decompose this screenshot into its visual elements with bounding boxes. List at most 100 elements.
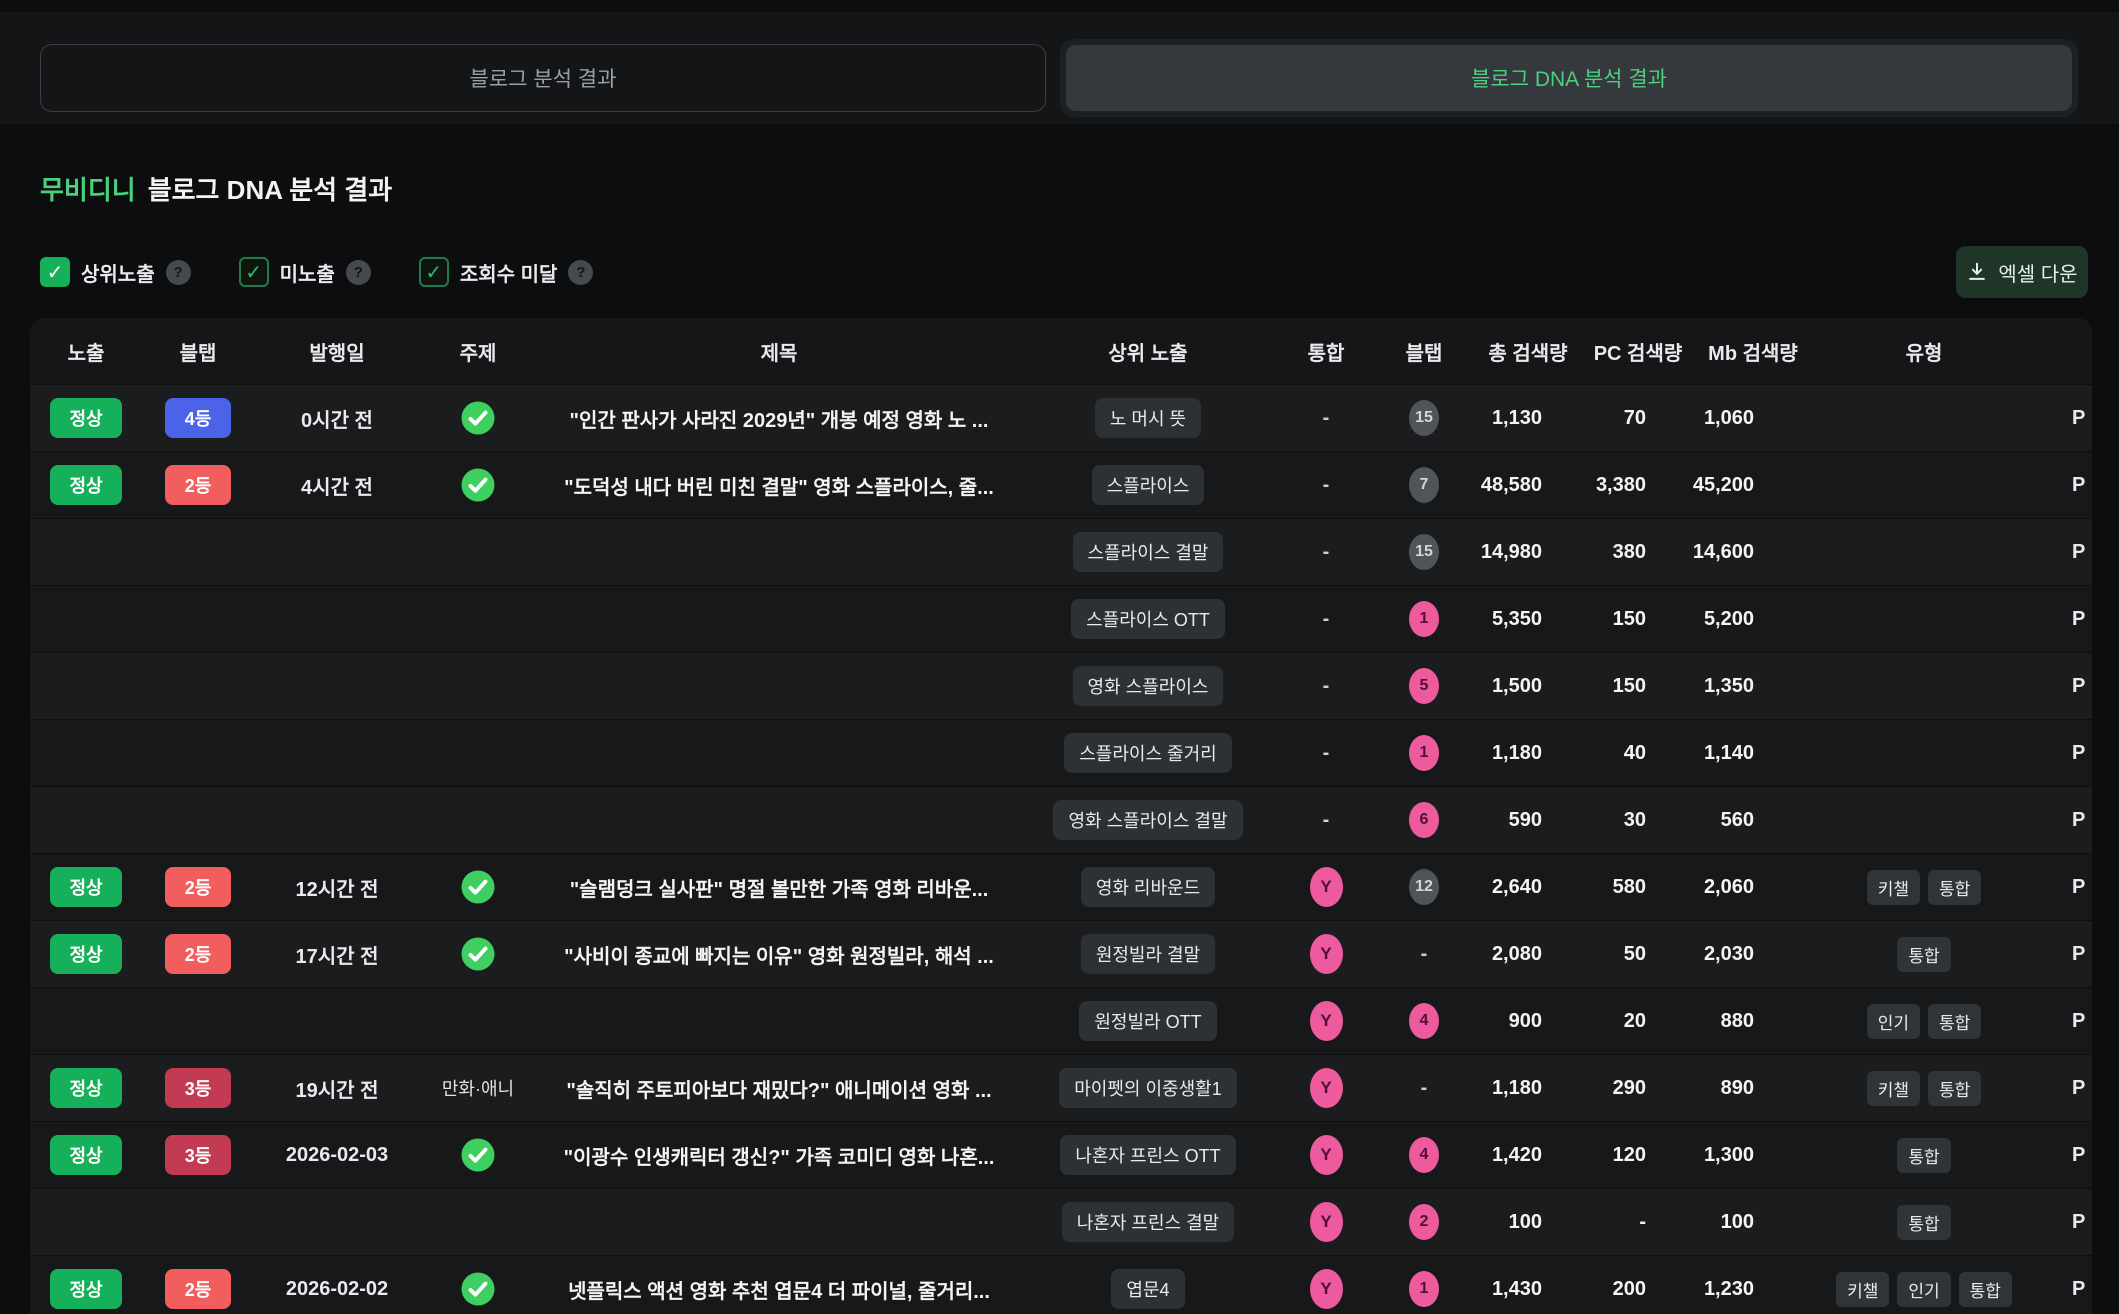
exposure-cell: 정상 [30,465,142,505]
total-search-volume: 1,180 [1470,742,1586,765]
tab-blog-dna-analysis-wrap: 블로그 DNA 분석 결과 [1060,39,2078,117]
keyword-tag[interactable]: 나혼자 프린스 결말 [1062,1202,1234,1242]
unified-dash: - [1323,675,1330,698]
topic-cell [420,936,536,972]
total-search-volume: 1,430 [1470,1278,1586,1301]
keyword-tag[interactable]: 원정빌라 결말 [1081,934,1215,974]
keyword-tag[interactable]: 영화 스플라이스 결말 [1053,800,1242,840]
unified-cell: - [1274,742,1378,765]
table-row: 정상2등4시간 전"도덕성 내다 버린 미친 결말" 영화 스플라이스, 줄..… [30,451,2092,518]
tab-blog-analysis[interactable]: 블로그 분석 결과 [40,44,1046,112]
keyword-tag[interactable]: 엽문4 [1111,1269,1184,1309]
cutoff-column: P [2032,1278,2092,1301]
keyword-tag[interactable]: 마이펫의 이중생활1 [1059,1068,1237,1108]
type-tags-cell: 통합 [1816,937,2032,972]
btab-rank-cell: - [1378,943,1470,966]
btab-rank-badge: 5 [1409,668,1439,704]
btab-rank-cell: 15 [1378,400,1470,436]
type-tags-cell: 통합 [1816,1205,2032,1240]
excel-download-button[interactable]: 엑셀 다운 [1956,246,2088,298]
keyword-tag[interactable]: 영화 스플라이스 [1073,666,1224,706]
rank-badge: 3등 [165,1068,231,1108]
keyword-tag[interactable]: 스플라이스 줄거리 [1064,733,1231,773]
unified-dash: - [1323,474,1330,497]
total-search-volume: 5,350 [1470,608,1586,631]
topic-cell: 만화·애니 [420,1075,536,1101]
keyword-tag[interactable]: 나혼자 프린스 OTT [1060,1135,1235,1175]
btab-rank-cell: 6 [1378,802,1470,838]
exposure-status-badge: 정상 [50,1269,122,1309]
total-search-volume: 2,640 [1470,876,1586,899]
mb-search-volume: 2,030 [1690,943,1816,966]
keyword-cell: 나혼자 프린스 결말 [1022,1202,1274,1242]
rank-cell: 3등 [142,1135,254,1175]
keyword-tag[interactable]: 스플라이스 [1092,465,1205,505]
btab-rank-cell: 1 [1378,1271,1470,1307]
table-row: 스플라이스 줄거리-11,180401,140P [30,719,2092,786]
table-row: 영화 스플라이스 결말-659030560P [30,786,2092,853]
type-tags-cell: 키챌인기통합 [1816,1272,2032,1307]
cutoff-column: P [2032,608,2092,631]
unified-cell: - [1274,608,1378,631]
table-body: 정상4등0시간 전"인간 판사가 사라진 2029년" 개봉 예정 영화 노 .… [30,384,2092,1314]
keyword-tag[interactable]: 원정빌라 OTT [1079,1001,1216,1041]
header-col-btab-rank: 블탭 [1378,337,1470,366]
help-icon-1[interactable]: ? [346,260,371,285]
total-search-volume: 1,500 [1470,675,1586,698]
btab-rank-cell: - [1378,1077,1470,1100]
keyword-cell: 나혼자 프린스 OTT [1022,1135,1274,1175]
post-title[interactable]: "솔직히 주토피아보다 재밌다?" 애니메이션 영화 ... [536,1074,1022,1103]
keyword-tag[interactable]: 스플라이스 결말 [1073,532,1224,572]
publish-date: 17시간 전 [254,940,420,969]
btab-dash: - [1421,1077,1428,1100]
pc-search-volume: 20 [1586,1010,1690,1033]
header-col-btab: 블탭 [142,337,254,366]
mb-search-volume: 5,200 [1690,608,1816,631]
post-title[interactable]: "사비이 종교에 빠지는 이유" 영화 원정빌라, 해석 ... [536,940,1022,969]
cutoff-column: P [2032,742,2092,765]
btab-rank-badge: 2 [1409,1204,1439,1240]
topic-check-icon [460,400,496,436]
help-icon-2[interactable]: ? [568,260,593,285]
rank-badge: 4등 [165,398,231,438]
tab-blog-dna-analysis[interactable]: 블로그 DNA 분석 결과 [1066,45,2072,111]
unified-cell: Y [1274,1269,1378,1309]
btab-rank-badge: 4 [1409,1137,1439,1173]
help-icon-0[interactable]: ? [166,260,191,285]
filter-label-0: 상위노출 [81,258,155,287]
mb-search-volume: 2,060 [1690,876,1816,899]
post-title[interactable]: "인간 판사가 사라진 2029년" 개봉 예정 영화 노 ... [536,404,1022,433]
btab-rank-badge: 4 [1409,1003,1439,1039]
page-title-text: 블로그 DNA 분석 결과 [148,175,392,205]
type-tag: 통합 [1897,937,1950,972]
topic-check-icon [460,1137,496,1173]
header-col-pc-search: PC 검색량 [1586,337,1690,366]
header-col-publish-date: 발행일 [254,337,420,366]
topic-cell [420,1271,536,1307]
filter-checkbox-1[interactable]: ✓ [239,257,269,287]
btab-rank-badge: 7 [1409,467,1439,503]
exposure-status-badge: 정상 [50,465,122,505]
exposure-cell: 정상 [30,934,142,974]
filter-item-1: ✓ 미노출? [239,257,371,287]
filter-checkbox-2[interactable]: ✓ [419,257,449,287]
publish-date: 2026-02-02 [254,1278,420,1301]
keyword-tag[interactable]: 스플라이스 OTT [1071,599,1225,639]
filter-checkbox-0[interactable]: ✓ [40,257,70,287]
filter-label-1: 미노출 [280,258,335,287]
post-title[interactable]: "이광수 인생캐릭터 갱신?" 가족 코미디 영화 나혼... [536,1141,1022,1170]
publish-date: 12시간 전 [254,873,420,902]
topic-check-icon [460,467,496,503]
post-title[interactable]: "슬램덩크 실사판" 명절 볼만한 가족 영화 리바운... [536,873,1022,902]
rank-badge: 3등 [165,1135,231,1175]
btab-rank-badge: 1 [1409,601,1439,637]
type-tags-cell: 키챌통합 [1816,1071,2032,1106]
post-title[interactable]: 넷플릭스 액션 영화 추천 엽문4 더 파이널, 줄거리... [536,1275,1022,1304]
keyword-tag[interactable]: 영화 리바운드 [1081,867,1215,907]
keyword-tag[interactable]: 노 머시 뜻 [1095,398,1201,438]
blog-name: 무비디니 [40,175,136,205]
post-title[interactable]: "도덕성 내다 버린 미친 결말" 영화 스플라이스, 줄... [536,471,1022,500]
filter-group: ✓상위노출?✓미노출?✓조회수 미달? [40,250,593,294]
pc-search-volume: 380 [1586,541,1690,564]
topic-cell [420,400,536,436]
